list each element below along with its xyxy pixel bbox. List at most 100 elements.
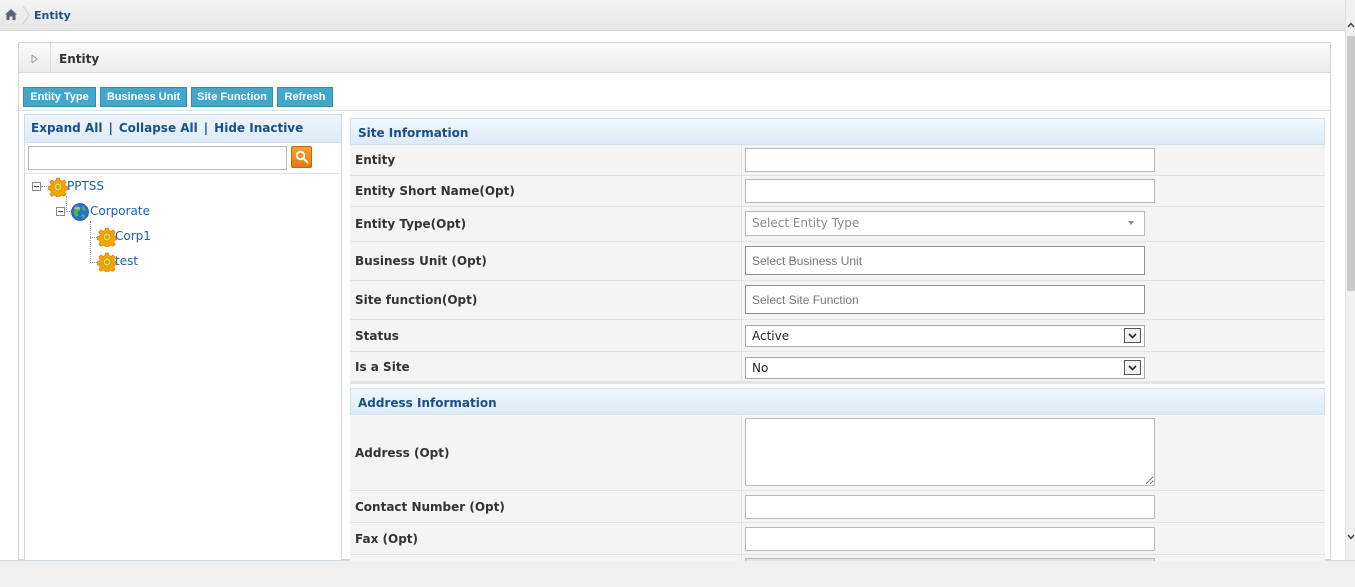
- expand-all-link[interactable]: Expand All: [31, 121, 102, 135]
- contact-number-input[interactable]: [745, 495, 1155, 519]
- tree-node-corp1[interactable]: Corp1: [97, 227, 197, 247]
- vertical-scrollbar[interactable]: [1345, 0, 1355, 560]
- short-name-label-cell: Entity Short Name(Opt): [350, 176, 742, 206]
- site-function-label-cell: Site function(Opt): [350, 281, 742, 319]
- entity-tree-pane: Expand All | Collapse All | Hide Inactive: [24, 114, 342, 561]
- short-name-value-cell: [743, 176, 1325, 206]
- entity-row: Entity: [350, 145, 1325, 176]
- business-unit-input[interactable]: [745, 246, 1145, 275]
- is-site-value: No: [752, 361, 769, 375]
- tree-node-label[interactable]: test: [115, 254, 138, 268]
- refresh-button[interactable]: Refresh: [277, 87, 333, 107]
- entity-form: Site Information Entity Entity Short Nam…: [350, 118, 1325, 561]
- fax-value-cell: [743, 523, 1325, 554]
- gear-icon: [97, 252, 117, 272]
- contact-row: Contact Number (Opt): [350, 491, 1325, 523]
- fax-label: Fax (Opt): [355, 531, 419, 546]
- is-site-value-cell: No: [743, 352, 1325, 381]
- site-function-value-cell: [743, 281, 1325, 319]
- status-select[interactable]: Active: [745, 325, 1145, 347]
- business-unit-row: Business Unit (Opt): [350, 242, 1325, 281]
- business-unit-button[interactable]: Business Unit: [100, 87, 187, 107]
- entity-label-cell: Entity: [350, 145, 742, 175]
- entity-type-label-cell: Entity Type(Opt): [350, 207, 742, 241]
- entity-value-cell: [743, 145, 1325, 175]
- address-label: Address (Opt): [355, 445, 450, 460]
- globe-icon: [71, 203, 89, 221]
- entity-type-button[interactable]: Entity Type: [23, 87, 96, 107]
- tree-connector: [90, 237, 97, 238]
- contact-value-cell: [743, 491, 1325, 522]
- address-value-cell: [743, 415, 1325, 490]
- site-function-input[interactable]: [745, 285, 1145, 314]
- entity-type-value-cell: Select Entity Type: [743, 207, 1325, 241]
- collapse-icon[interactable]: [56, 207, 65, 216]
- address-textarea[interactable]: [745, 418, 1155, 486]
- entity-input[interactable]: [745, 148, 1155, 172]
- next-label-cell: [350, 555, 742, 561]
- hide-inactive-link[interactable]: Hide Inactive: [214, 121, 303, 135]
- fax-label-cell: Fax (Opt): [350, 523, 742, 554]
- site-function-label: Site function(Opt): [355, 293, 478, 307]
- entity-label: Entity: [355, 153, 396, 167]
- dropdown-button[interactable]: [1124, 360, 1141, 375]
- panel-header: Entity: [19, 43, 1330, 73]
- site-function-button[interactable]: Site Function: [191, 87, 273, 107]
- fax-input[interactable]: [745, 527, 1155, 551]
- entity-type-placeholder: Select Entity Type: [752, 216, 860, 230]
- short-name-input[interactable]: [745, 179, 1155, 203]
- tree-node-corporate[interactable]: Corporate: [55, 202, 195, 222]
- tree-search-input[interactable]: [28, 146, 287, 170]
- tree-node-pptss[interactable]: PPTSS: [31, 177, 151, 197]
- business-unit-label-cell: Business Unit (Opt): [350, 242, 742, 280]
- is-site-label-cell: Is a Site: [350, 352, 742, 381]
- chevron-down-icon: [1128, 365, 1137, 371]
- tree-connector: [90, 262, 97, 263]
- entity-type-label: Entity Type(Opt): [355, 217, 467, 231]
- address-row: Address (Opt): [350, 415, 1325, 491]
- tree-search-button[interactable]: [291, 146, 312, 168]
- caret-down-icon: [1128, 221, 1134, 225]
- tree-actions: Expand All | Collapse All | Hide Inactive: [25, 115, 341, 143]
- home-icon[interactable]: [5, 9, 17, 20]
- site-function-row: Site function(Opt): [350, 281, 1325, 320]
- status-value-cell: Active: [743, 320, 1325, 351]
- status-label: Status: [355, 328, 399, 343]
- expand-arrow-icon: [31, 54, 38, 64]
- tree-node-test[interactable]: test: [97, 252, 197, 272]
- scrollbar-thumb[interactable]: [1347, 36, 1355, 291]
- scroll-up-icon[interactable]: [1347, 22, 1355, 28]
- panel-collapse-toggle[interactable]: [19, 43, 51, 73]
- is-site-label: Is a Site: [355, 359, 410, 374]
- link-separator: |: [108, 121, 113, 135]
- collapse-icon[interactable]: [32, 182, 41, 191]
- short-name-label: Entity Short Name(Opt): [355, 184, 515, 198]
- address-label-cell: Address (Opt): [350, 415, 742, 490]
- breadcrumb-current[interactable]: Entity: [34, 9, 71, 22]
- is-site-select[interactable]: No: [745, 357, 1145, 379]
- panel-title: Entity: [59, 52, 100, 66]
- site-information-heading: Site Information: [350, 118, 1325, 145]
- chevron-right-icon: [22, 6, 30, 24]
- is-site-row: Is a Site No: [350, 352, 1325, 384]
- contact-label: Contact Number (Opt): [355, 499, 505, 514]
- collapse-all-link[interactable]: Collapse All: [119, 121, 198, 135]
- dropdown-button[interactable]: [1124, 328, 1141, 343]
- tree-node-label[interactable]: Corporate: [90, 204, 150, 218]
- fax-row: Fax (Opt): [350, 523, 1325, 555]
- scroll-down-icon[interactable]: [1347, 534, 1355, 540]
- business-unit-label: Business Unit (Opt): [355, 254, 487, 268]
- bottom-strip: [0, 560, 1355, 587]
- breadcrumb-bar: Entity: [0, 0, 1345, 31]
- link-separator: |: [203, 121, 209, 135]
- tree-node-label[interactable]: Corp1: [115, 229, 151, 243]
- next-row: [350, 555, 1325, 561]
- entity-type-select[interactable]: Select Entity Type: [745, 211, 1145, 236]
- next-value-cell: [743, 555, 1325, 561]
- gear-icon: [97, 227, 117, 247]
- tree-divider: [25, 173, 341, 174]
- status-label-cell: Status: [350, 320, 742, 351]
- tree-node-label[interactable]: PPTSS: [67, 179, 104, 193]
- status-row: Status Active: [350, 320, 1325, 352]
- search-icon: [295, 150, 309, 164]
